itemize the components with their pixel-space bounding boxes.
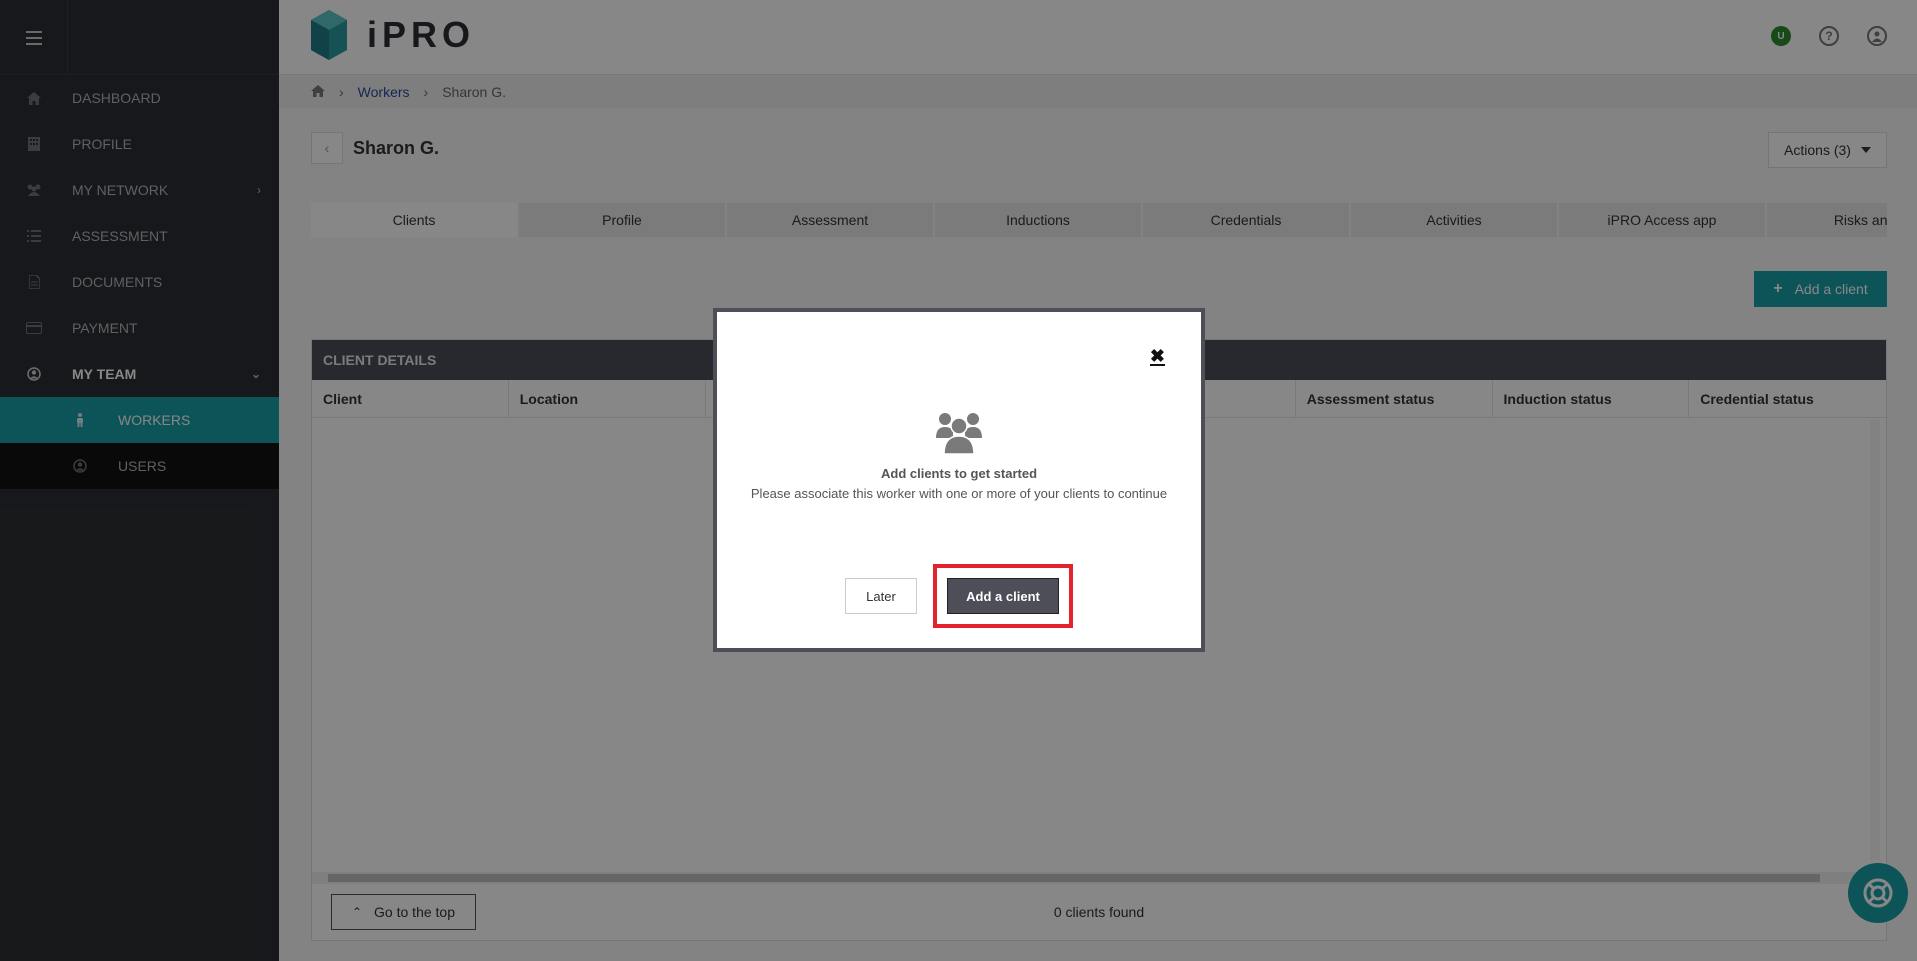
close-icon[interactable]: ✖ xyxy=(1149,347,1165,366)
add-client-modal-button[interactable]: Add a client xyxy=(947,578,1059,614)
users-group-icon xyxy=(717,410,1201,454)
add-clients-modal: ✖ Add clients to get started Please asso… xyxy=(713,308,1205,652)
modal-title: Add clients to get started xyxy=(880,466,1038,481)
later-button[interactable]: Later xyxy=(845,578,917,614)
modal-message: Please associate this worker with one or… xyxy=(750,486,1168,501)
modal-buttons: Later Add a client xyxy=(717,564,1201,628)
highlight-box: Add a client xyxy=(933,564,1073,628)
